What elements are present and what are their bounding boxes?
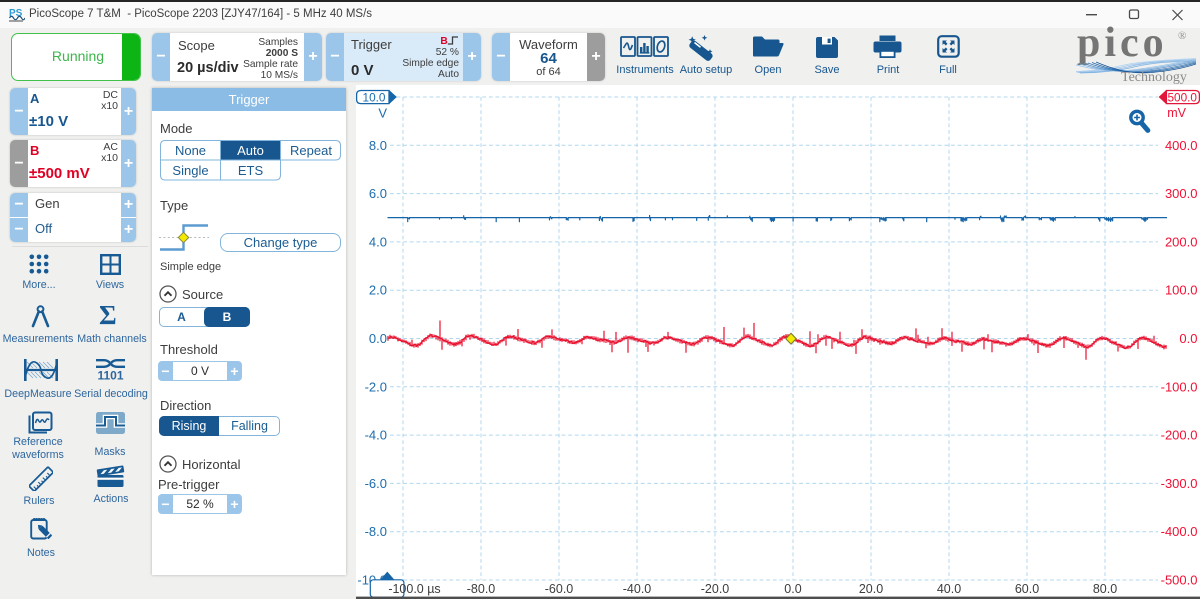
svg-text:-200.0: -200.0 xyxy=(1161,428,1198,443)
svg-text:V: V xyxy=(378,106,387,121)
svg-text:300.0: 300.0 xyxy=(1165,186,1198,201)
svg-text:100.0: 100.0 xyxy=(1165,283,1198,298)
svg-text:20.0: 20.0 xyxy=(859,582,883,596)
svg-text:-400.0: -400.0 xyxy=(1161,524,1198,539)
svg-text:-4.0: -4.0 xyxy=(365,428,387,443)
svg-text:-100.0 µs: -100.0 µs xyxy=(388,582,440,596)
svg-text:-6.0: -6.0 xyxy=(365,476,387,491)
svg-text:60.0: 60.0 xyxy=(1015,582,1039,596)
svg-text:-100.0: -100.0 xyxy=(1161,379,1198,394)
svg-text:500.0: 500.0 xyxy=(1167,90,1197,104)
svg-text:1101: 1101 xyxy=(97,369,123,383)
svg-text:-300.0: -300.0 xyxy=(1161,476,1198,491)
svg-text:4.0: 4.0 xyxy=(369,234,387,249)
svg-text:10.0: 10.0 xyxy=(363,90,386,104)
svg-text:2.0: 2.0 xyxy=(369,283,387,298)
svg-text:8.0: 8.0 xyxy=(369,138,387,153)
svg-text:80.0: 80.0 xyxy=(1093,582,1117,596)
svg-text:0.0: 0.0 xyxy=(1179,331,1197,346)
svg-text:mV: mV xyxy=(1167,106,1186,120)
svg-text:0.0: 0.0 xyxy=(369,331,387,346)
svg-text:0.0: 0.0 xyxy=(784,582,801,596)
svg-text:-60.0: -60.0 xyxy=(545,582,574,596)
svg-text:400.0: 400.0 xyxy=(1165,138,1198,153)
svg-text:40.0: 40.0 xyxy=(937,582,961,596)
svg-text:-80.0: -80.0 xyxy=(467,582,496,596)
svg-text:-8.0: -8.0 xyxy=(365,524,387,539)
svg-text:-40.0: -40.0 xyxy=(623,582,652,596)
svg-text:-500.0: -500.0 xyxy=(1161,573,1198,588)
svg-text:-2.0: -2.0 xyxy=(365,379,387,394)
svg-text:200.0: 200.0 xyxy=(1165,234,1198,249)
svg-text:-20.0: -20.0 xyxy=(701,582,730,596)
svg-text:6.0: 6.0 xyxy=(369,186,387,201)
